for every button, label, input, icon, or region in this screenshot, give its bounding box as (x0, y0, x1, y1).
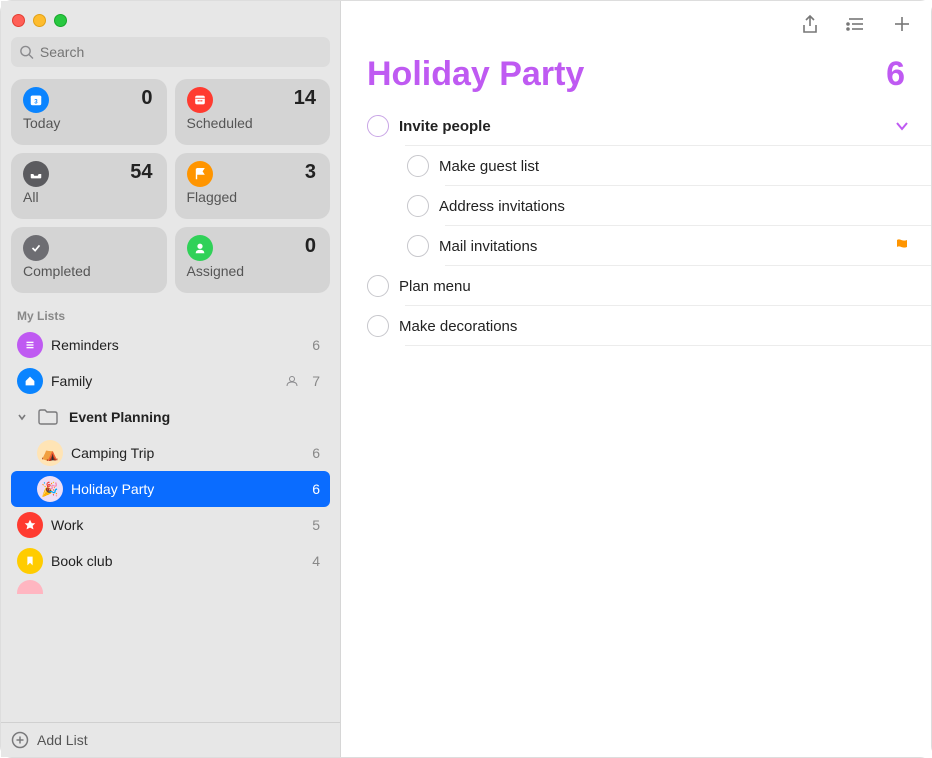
list-count: 6 (312, 337, 320, 353)
party-popper-emoji-icon: 🎉 (37, 476, 63, 502)
complete-toggle[interactable] (407, 235, 429, 257)
add-list-label: Add List (37, 732, 88, 748)
smart-list-all[interactable]: 54 All (11, 153, 167, 219)
reminder-title[interactable]: Plan menu (399, 269, 911, 304)
list-indent-icon (845, 13, 867, 35)
smart-list-label: Today (23, 115, 155, 131)
folder-icon (37, 408, 59, 426)
reminder-title[interactable]: Address invitations (439, 189, 911, 224)
bookmark-icon (17, 548, 43, 574)
reminder-title[interactable]: Invite people (399, 109, 893, 144)
list-name: Reminders (51, 337, 304, 353)
smart-list-count: 54 (130, 161, 152, 184)
smart-list-completed[interactable]: Completed (11, 227, 167, 293)
reminder-row[interactable]: Invite people (359, 106, 931, 146)
sidebar-list-work[interactable]: Work 5 (11, 507, 330, 543)
sidebar-list-holiday-party[interactable]: 🎉 Holiday Party 6 (11, 471, 330, 507)
reminder-title[interactable]: Make guest list (439, 149, 911, 184)
sidebar-list-book-club[interactable]: Book club 4 (11, 543, 330, 579)
smart-list-label: Assigned (187, 263, 319, 279)
sidebar: 3 0 Today 14 Scheduled 54 (1, 1, 341, 757)
smart-list-count: 0 (141, 87, 152, 110)
calendar-today-icon: 3 (23, 87, 49, 113)
tray-icon (23, 161, 49, 187)
smart-list-label: Flagged (187, 189, 319, 205)
list-header: Holiday Party 6 (341, 47, 931, 102)
section-my-lists: My Lists (11, 305, 330, 327)
smart-list-count: 0 (305, 235, 316, 258)
subtasks-toggle[interactable] (893, 117, 911, 135)
list-name: Book club (51, 553, 304, 569)
shared-icon (284, 373, 300, 389)
smart-list-label: All (23, 189, 155, 205)
list-count: 7 (312, 373, 320, 389)
house-icon (17, 368, 43, 394)
add-list-button[interactable]: Add List (1, 722, 340, 757)
list-count: 6 (312, 445, 320, 461)
svg-text:3: 3 (34, 99, 38, 106)
disclosure-triangle-icon[interactable] (17, 412, 27, 422)
list-name: Work (51, 517, 304, 533)
smart-list-scheduled[interactable]: 14 Scheduled (175, 79, 331, 145)
view-options-button[interactable] (845, 13, 867, 35)
complete-toggle[interactable] (407, 155, 429, 177)
reminder-title[interactable]: Make decorations (399, 309, 911, 344)
list-name: Family (51, 373, 276, 389)
reminder-row[interactable]: Address invitations (359, 186, 931, 226)
list-count: 5 (312, 517, 320, 533)
list-total-count: 6 (886, 55, 905, 94)
flag-icon (893, 237, 911, 255)
list-name: Holiday Party (71, 481, 304, 497)
window-minimize-button[interactable] (33, 14, 46, 27)
list-count: 4 (312, 553, 320, 569)
person-icon (187, 235, 213, 261)
list-count: 6 (312, 481, 320, 497)
complete-toggle[interactable] (367, 115, 389, 137)
smart-list-flagged[interactable]: 3 Flagged (175, 153, 331, 219)
search-icon (19, 44, 34, 60)
sidebar-list-family[interactable]: Family 7 (11, 363, 330, 399)
star-icon (17, 512, 43, 538)
complete-toggle[interactable] (367, 275, 389, 297)
tent-emoji-icon: ⛺ (37, 440, 63, 466)
list-title: Holiday Party (367, 55, 584, 94)
calendar-icon (187, 87, 213, 113)
reminder-row[interactable]: Make decorations (359, 306, 931, 346)
complete-toggle[interactable] (367, 315, 389, 337)
search-field-wrap[interactable] (11, 37, 330, 67)
list-bullet-icon (17, 332, 43, 358)
sidebar-group-event-planning[interactable]: Event Planning (11, 399, 330, 435)
reminder-row[interactable]: Plan menu (359, 266, 931, 306)
search-input[interactable] (40, 44, 322, 60)
window-close-button[interactable] (12, 14, 25, 27)
sidebar-list-camping-trip[interactable]: ⛺ Camping Trip 6 (11, 435, 330, 471)
plus-circle-icon (11, 731, 29, 749)
checkmark-icon (23, 235, 49, 261)
group-name: Event Planning (69, 409, 320, 425)
plus-icon (891, 13, 913, 35)
share-icon (799, 13, 821, 35)
window-zoom-button[interactable] (54, 14, 67, 27)
smart-list-count: 3 (305, 161, 316, 184)
smart-list-today[interactable]: 3 0 Today (11, 79, 167, 145)
smart-list-assigned[interactable]: 0 Assigned (175, 227, 331, 293)
smart-lists-grid: 3 0 Today 14 Scheduled 54 (11, 79, 330, 293)
new-reminder-button[interactable] (891, 13, 913, 35)
smart-list-label: Scheduled (187, 115, 319, 131)
reminder-row[interactable]: Make guest list (359, 146, 931, 186)
smart-list-label: Completed (23, 263, 155, 279)
reminders-container: Invite people Make guest list Address in… (341, 102, 931, 757)
reminder-title[interactable]: Mail invitations (439, 229, 885, 264)
complete-toggle[interactable] (407, 195, 429, 217)
main-panel: Holiday Party 6 Invite people Make guest… (341, 1, 931, 757)
share-button[interactable] (799, 13, 821, 35)
reminder-row[interactable]: Mail invitations (359, 226, 931, 266)
sidebar-list-partial[interactable] (11, 579, 330, 595)
flag-icon (187, 161, 213, 187)
smart-list-count: 14 (294, 87, 316, 110)
sidebar-list-reminders[interactable]: Reminders 6 (11, 327, 330, 363)
list-name: Camping Trip (71, 445, 304, 461)
toolbar (341, 1, 931, 47)
list-icon-partial (17, 580, 43, 594)
